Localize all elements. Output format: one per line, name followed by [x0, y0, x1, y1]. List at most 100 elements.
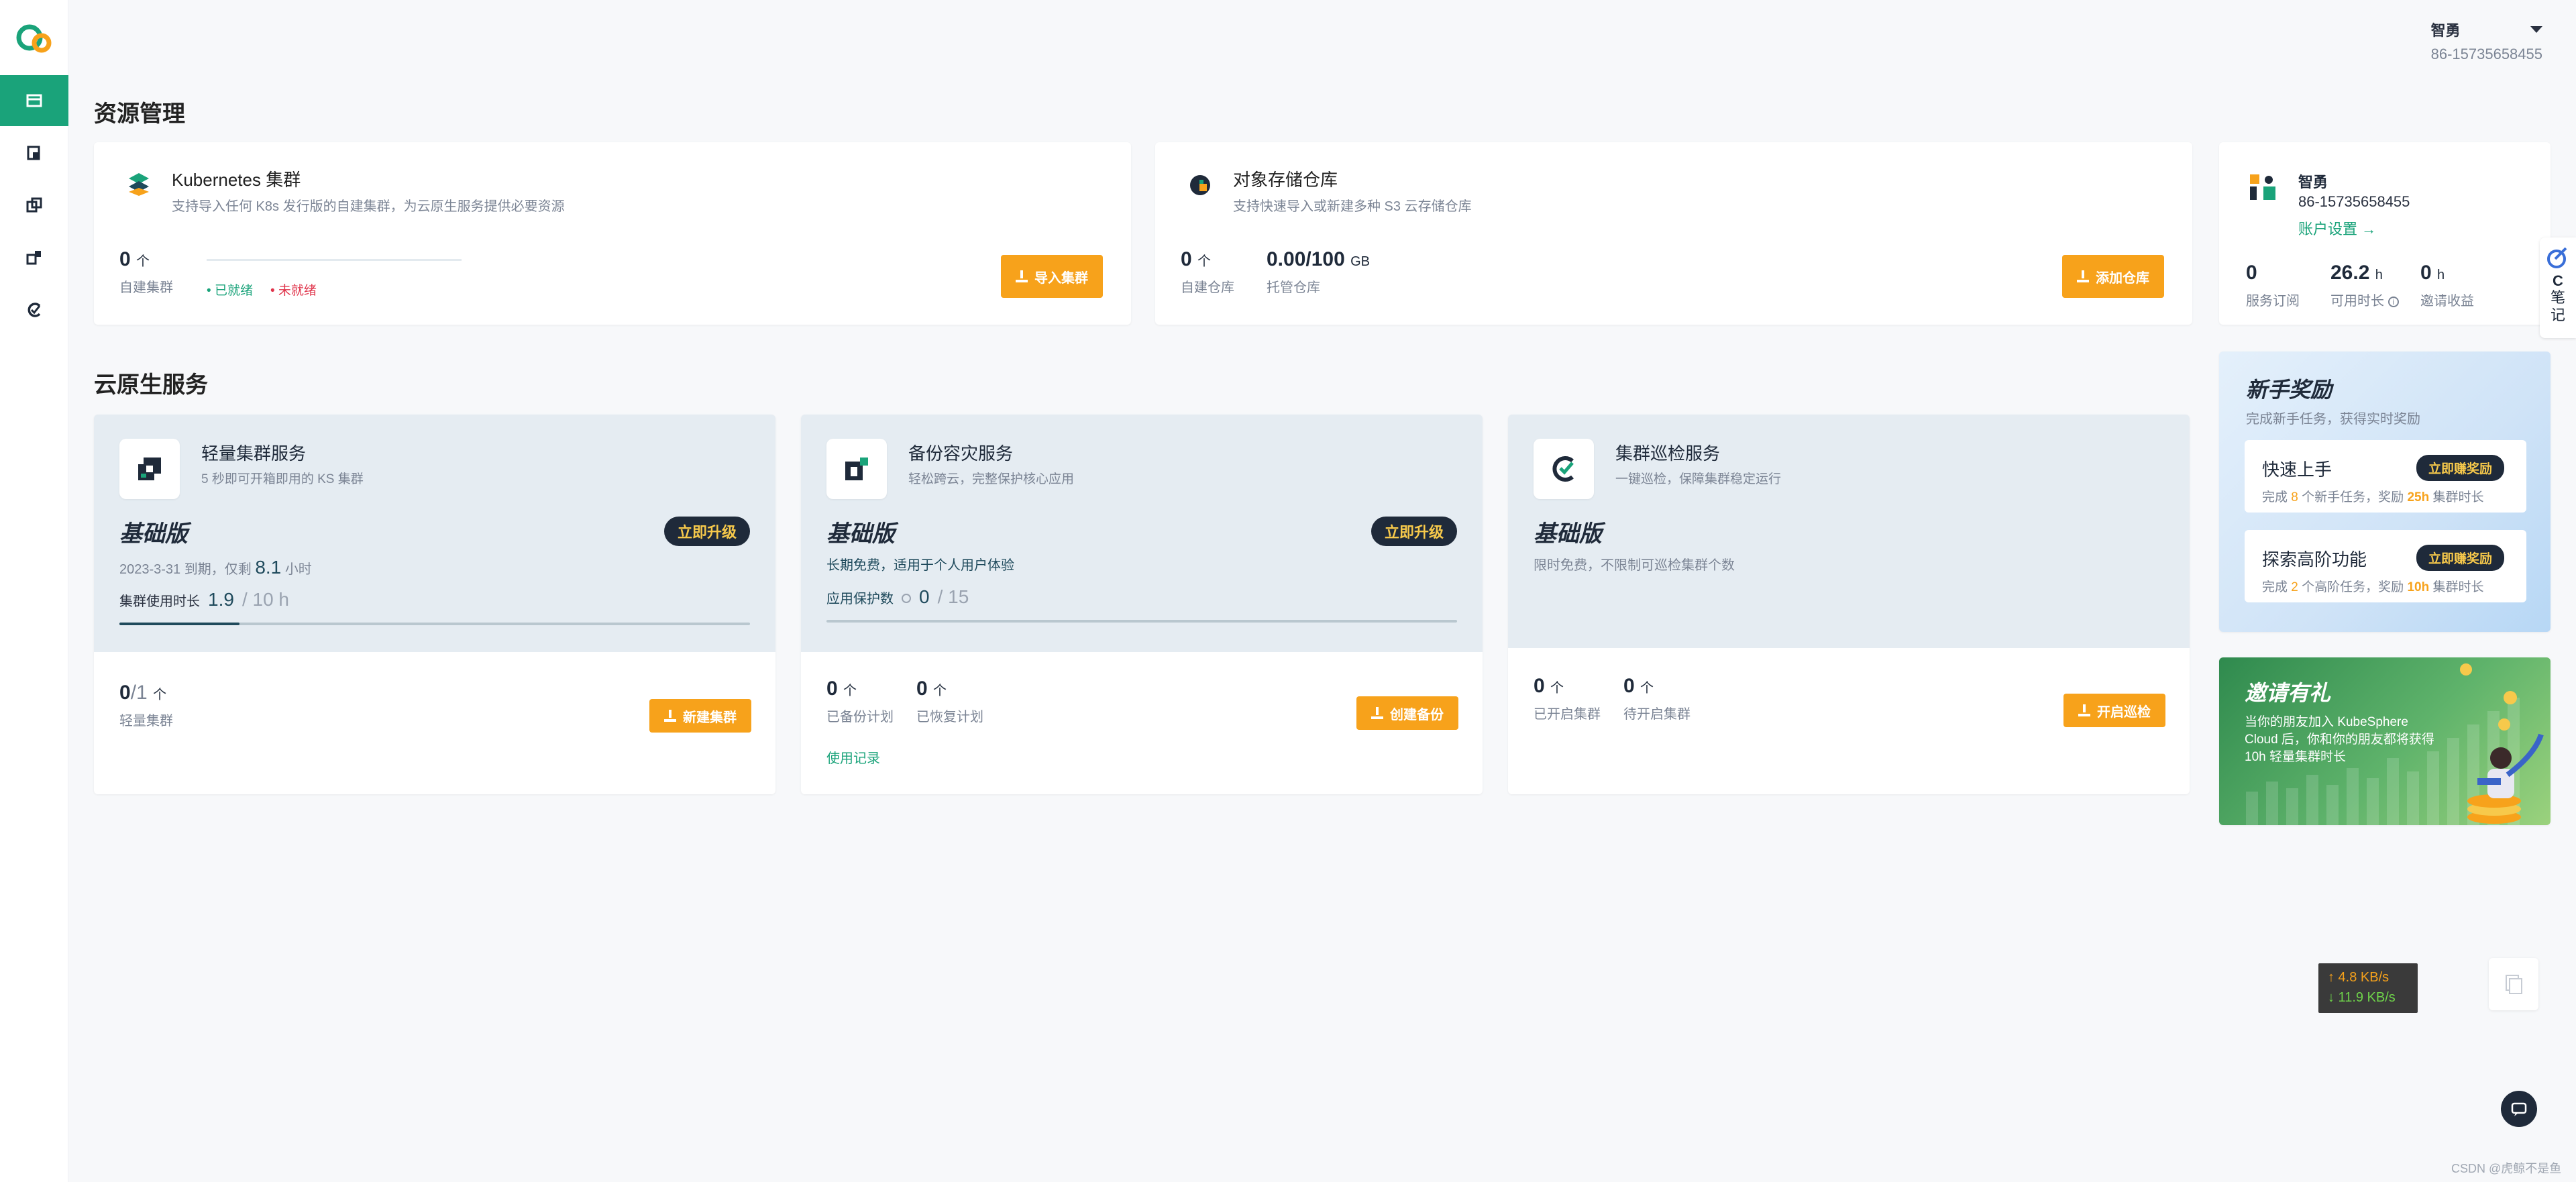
profile-stat-invite: 0	[2420, 262, 2432, 284]
light-cluster-upgrade-button[interactable]: 立即升级	[664, 517, 751, 546]
import-cluster-button[interactable]: 导入集群	[1001, 255, 1103, 298]
profile-stat-invite-label: 邀请收益	[2420, 294, 2474, 309]
copy-float-button[interactable]	[2489, 958, 2538, 1010]
k8s-cluster-bar	[207, 259, 462, 261]
chevron-down-icon[interactable]	[2530, 26, 2542, 33]
inspection-desc: 限时免费，不限制可巡检集群个数	[1534, 558, 1735, 573]
section-title-cloud: 云原生服务	[94, 372, 208, 398]
note-side-tab[interactable]: C 笔记	[2540, 237, 2576, 338]
k8s-label: 自建集群	[119, 280, 173, 295]
create-backup-button[interactable]: 创建备份	[1356, 696, 1458, 730]
download-speed: ↓ 11.9 KB/s	[2328, 990, 2396, 1005]
new-cluster-button[interactable]: 新建集群	[649, 699, 751, 733]
profile-phone: 86-15735658455	[2298, 193, 2410, 210]
inspection-icon-box	[1534, 439, 1594, 499]
backup-service-icon	[845, 458, 868, 480]
earn-reward-button[interactable]: 立即赚奖励	[2416, 455, 2505, 481]
avatar	[2250, 174, 2275, 200]
note-icon	[2547, 247, 2567, 268]
k8s-card: Kubernetes 集群 支持导入任何 K8s 发行版的自建集群，为云原生服务…	[94, 142, 1131, 325]
inspection-subtitle: 一键巡检，保障集群稳定运行	[1615, 472, 1782, 486]
kubernetes-icon	[129, 173, 149, 196]
storage-title: 对象存储仓库	[1233, 170, 1338, 190]
storage-card: 对象存储仓库 支持快速导入或新建多种 S3 云存储仓库 0 个 自建仓库 0.0…	[1155, 142, 2192, 325]
new-cluster-icon	[664, 710, 676, 722]
storage-self-label: 自建仓库	[1181, 280, 1234, 295]
nav-item-dashboard[interactable]	[0, 75, 68, 126]
inspection-enabled-label: 已开启集群	[1534, 707, 1601, 722]
light-cluster-expire: 2023-3-31 到期，仅剩 8.1 小时	[119, 557, 312, 578]
usage-record-link[interactable]: 使用记录	[826, 747, 880, 767]
backup-subtitle: 轻松跨云，完整保护核心应用	[908, 472, 1075, 486]
top-user-name: 智勇	[2430, 22, 2461, 39]
light-cluster-count-label: 轻量集群	[119, 714, 173, 729]
profile-stat-hours: 26.2	[2330, 262, 2370, 284]
backup-edition: 基础版	[826, 521, 895, 547]
storage-count: 0	[1181, 248, 1192, 270]
light-cluster-count-block: 0/1 个 轻量集群	[119, 682, 173, 729]
backup-upgrade-button[interactable]: 立即升级	[1371, 517, 1458, 546]
top-user-menu[interactable]: 智勇 86-15735658455	[2431, 19, 2542, 63]
backup-desc: 长期免费，适用于个人用户体验	[826, 558, 1014, 573]
backup-title: 备份容灾服务	[908, 443, 1014, 464]
cluster-icon	[27, 146, 40, 160]
upload-speed: ↑ 4.8 KB/s	[2328, 970, 2390, 985]
inspection-pending-label: 待开启集群	[1623, 707, 1690, 722]
earn-reward-button[interactable]: 立即赚奖励	[2416, 545, 2505, 571]
nav-item-inspection[interactable]	[0, 284, 68, 335]
reward-item-desc: 完成 8 个新手任务，奖励 25h 集群时长	[2262, 490, 2484, 504]
inspection-panel	[1508, 415, 2190, 648]
kubesphere-logo-icon[interactable]	[12, 17, 55, 60]
backup-icon-box	[826, 439, 887, 499]
reward-item-advanced: 探索高阶功能 立即赚奖励 完成 2 个高阶任务，奖励 10h 集群时长	[2245, 530, 2526, 602]
storage-usage: 0.00/100	[1267, 248, 1345, 270]
chat-icon	[2511, 1102, 2527, 1116]
inspection-icon	[28, 303, 41, 317]
account-settings-link[interactable]: 账户设置 →	[2298, 217, 2376, 239]
note-label: 笔记	[2551, 289, 2566, 323]
light-cluster-subtitle: 5 秒即可开箱即用的 KS 集群	[201, 472, 364, 486]
profile-stat-hours-label: 可用时长	[2330, 294, 2384, 309]
light-cluster-progress	[119, 623, 750, 625]
chat-button[interactable]	[2501, 1091, 2537, 1127]
left-nav	[0, 0, 68, 1182]
light-cluster-edition: 基础版	[119, 521, 188, 547]
nav-item-clusters[interactable]	[0, 127, 68, 178]
inspection-pending-count: 0	[1623, 675, 1635, 697]
invite-desc: 当你的朋友加入 KubeSphere Cloud 后，你和你的朋友都将获得 10…	[2245, 715, 2434, 764]
k8s-title: Kubernetes 集群	[172, 170, 301, 190]
backup-protect: 应用保护数 0 / 15	[826, 586, 969, 607]
storage-icon	[26, 251, 41, 265]
add-repo-button[interactable]: 添加仓库	[2062, 255, 2164, 298]
network-speed-widget: ↑ 4.8 KB/s ↓ 11.9 KB/s	[2318, 963, 2418, 1013]
create-backup-icon	[1371, 707, 1383, 719]
backup-card: 备份容灾服务 轻松跨云，完整保护核心应用 基础版 立即升级 长期免费，适用于个人…	[801, 415, 1483, 794]
k8s-unit: 个	[136, 254, 150, 269]
info-icon[interactable]: i	[2387, 296, 2399, 307]
light-cluster-card: 轻量集群服务 5 秒即可开箱即用的 KS 集群 基础版 立即升级 2023-3-…	[94, 415, 775, 794]
nav-item-backup[interactable]	[0, 180, 68, 231]
light-cluster-icon-box	[119, 439, 180, 499]
import-icon	[1016, 270, 1028, 282]
reward-item-title: 探索高阶功能	[2262, 549, 2367, 570]
profile-stat-subscriptions: 0	[2246, 262, 2257, 284]
note-letter: C	[2553, 272, 2563, 289]
inspection-card: 集群巡检服务 一键巡检，保障集群稳定运行 基础版 限时免费，不限制可巡检集群个数…	[1508, 415, 2190, 794]
restore-plans-label: 已恢复计划	[916, 710, 983, 724]
invite-card[interactable]: 邀请有礼 当你的朋友加入 KubeSphere Cloud 后，你和你的朋友都将…	[2219, 657, 2551, 825]
legend-ready: • 已就绪	[207, 284, 253, 298]
backup-plans-label: 已备份计划	[826, 710, 894, 724]
reward-item-quickstart: 快速上手 立即赚奖励 完成 8 个新手任务，奖励 25h 集群时长	[2245, 440, 2526, 513]
light-cluster-icon	[138, 458, 161, 480]
light-cluster-progress-fill	[119, 623, 239, 625]
light-cluster-usage: 集群使用时长 1.9 / 10 h	[119, 589, 289, 610]
enable-inspection-button[interactable]: 开启巡检	[2063, 694, 2165, 727]
nav-item-storage[interactable]	[0, 232, 68, 283]
k8s-subtitle: 支持导入任何 K8s 发行版的自建集群，为云原生服务提供必要资源	[172, 199, 565, 214]
profile-card: 智勇 86-15735658455 账户设置 → 0 服务订阅 26.2 h 可…	[2219, 142, 2551, 325]
inspection-title: 集群巡检服务	[1615, 443, 1721, 464]
storage-unit: 个	[1197, 254, 1212, 269]
section-title-resource: 资源管理	[94, 101, 185, 127]
protect-info-icon[interactable]	[902, 594, 911, 603]
watermark-text: CSDN @虎鲸不是鱼	[2451, 1162, 2562, 1175]
